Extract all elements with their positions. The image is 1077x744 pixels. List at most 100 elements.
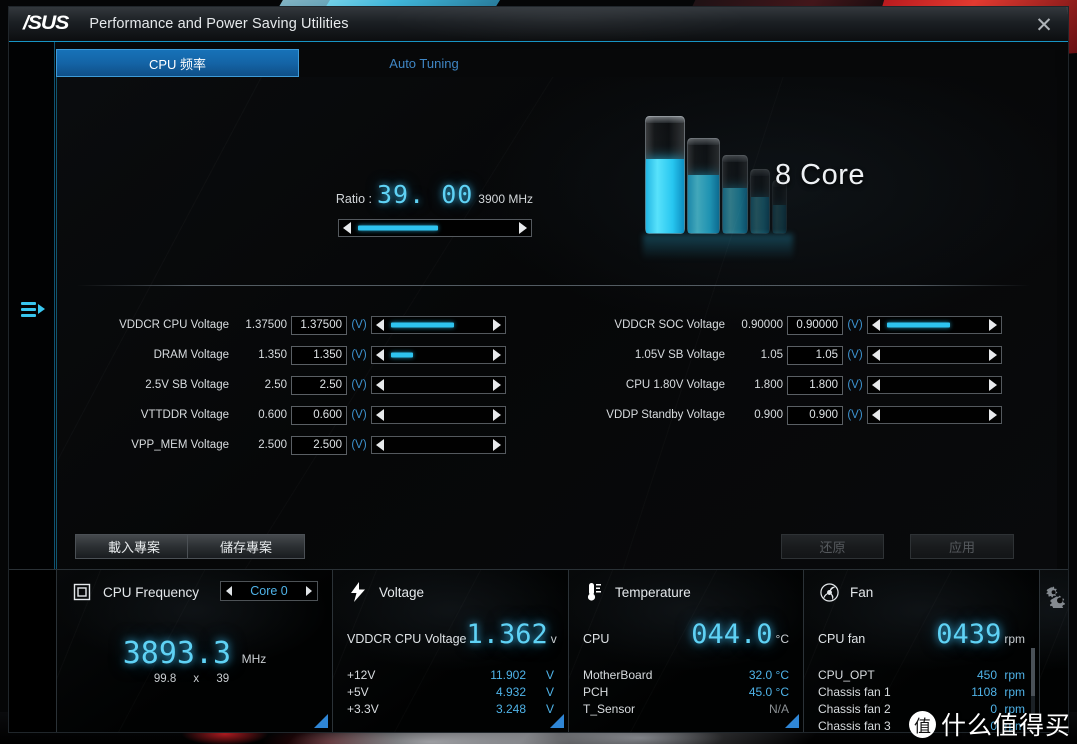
fan-title: Fan bbox=[850, 585, 873, 600]
voltage-row-slider[interactable] bbox=[371, 346, 506, 364]
monitor-sub-label: CPU_OPT bbox=[818, 667, 875, 684]
core-graphic-reflection bbox=[643, 234, 793, 260]
voltage-column-right: VDDCR SOC Voltage0.90000(V) 1.05V SB Volt… bbox=[577, 315, 1002, 435]
monitor-sub-value: 450rpm bbox=[977, 667, 1025, 684]
voltage-slider-track[interactable] bbox=[388, 407, 489, 423]
voltage-row-slider[interactable] bbox=[371, 406, 506, 424]
fan-header: Fan bbox=[818, 581, 1025, 603]
voltage-slider-fill bbox=[391, 353, 413, 358]
voltage-row-input[interactable] bbox=[787, 316, 843, 335]
tab-auto-tuning[interactable]: Auto Tuning bbox=[299, 49, 549, 77]
ratio-slider-decrement[interactable] bbox=[339, 220, 355, 236]
close-icon[interactable]: ✕ bbox=[1030, 11, 1058, 39]
voltage-slider-increment[interactable] bbox=[985, 347, 1001, 363]
voltage-row-input[interactable] bbox=[787, 406, 843, 425]
voltage-row-input[interactable] bbox=[291, 406, 347, 425]
ratio-slider-increment[interactable] bbox=[515, 220, 531, 236]
voltage-row-current: 1.05 bbox=[725, 349, 787, 361]
fan-list-scrollbar[interactable] bbox=[1031, 648, 1035, 714]
fan-list-scrollbar-thumb[interactable] bbox=[1031, 648, 1035, 696]
voltage-row: VDDCR SOC Voltage0.90000(V) bbox=[577, 315, 1002, 335]
voltage-slider-increment[interactable] bbox=[985, 407, 1001, 423]
voltage-row-unit: (V) bbox=[347, 349, 371, 361]
panel-resize-handle[interactable] bbox=[314, 714, 328, 728]
voltage-row-label: 1.05V SB Voltage bbox=[577, 349, 725, 361]
voltage-row-current: 1.800 bbox=[725, 379, 787, 391]
voltage-row: 2.5V SB Voltage2.50(V) bbox=[77, 375, 506, 395]
monitor-sub-value: 0rpm bbox=[990, 718, 1025, 732]
voltage-slider-track[interactable] bbox=[884, 407, 985, 423]
voltage-row-input[interactable] bbox=[291, 316, 347, 335]
save-profile-button[interactable]: 儲存專案 bbox=[187, 534, 305, 559]
voltage-row-slider[interactable] bbox=[867, 346, 1002, 364]
voltage-slider-increment[interactable] bbox=[489, 347, 505, 363]
voltage-slider-decrement[interactable] bbox=[868, 407, 884, 423]
temperature-primary-label: CPU bbox=[583, 632, 609, 646]
voltage-slider-decrement[interactable] bbox=[372, 437, 388, 453]
voltage-slider-increment[interactable] bbox=[489, 377, 505, 393]
tab-cpu-frequency[interactable]: CPU 频率 bbox=[56, 49, 299, 77]
voltage-row-input[interactable] bbox=[291, 436, 347, 455]
monitor-sub-row: +12V11.902V bbox=[347, 667, 554, 684]
apply-button[interactable]: 应用 bbox=[910, 534, 1014, 559]
voltage-slider-increment[interactable] bbox=[489, 407, 505, 423]
voltage-slider-decrement[interactable] bbox=[868, 377, 884, 393]
voltage-row-slider[interactable] bbox=[867, 406, 1002, 424]
hamburger-menu-icon[interactable] bbox=[21, 300, 45, 320]
panel-resize-handle[interactable] bbox=[785, 714, 799, 728]
voltage-row-slider[interactable] bbox=[371, 376, 506, 394]
voltage-row: 1.05V SB Voltage1.05 (V) bbox=[577, 345, 1002, 365]
voltage-slider-track[interactable] bbox=[884, 377, 985, 393]
voltage-slider-increment[interactable] bbox=[489, 317, 505, 333]
voltage-slider-increment[interactable] bbox=[985, 377, 1001, 393]
ratio-slider[interactable] bbox=[338, 219, 532, 237]
voltage-row-unit: (V) bbox=[843, 349, 867, 361]
voltage-row-slider[interactable] bbox=[867, 376, 1002, 394]
voltage-row-input[interactable] bbox=[787, 376, 843, 395]
ratio-slider-track[interactable] bbox=[355, 220, 515, 236]
voltage-slider-track[interactable] bbox=[884, 317, 985, 333]
voltage-row-unit: (V) bbox=[843, 379, 867, 391]
voltage-row-slider[interactable] bbox=[371, 436, 506, 454]
voltage-row: VDDP Standby Voltage0.900(V) bbox=[577, 405, 1002, 425]
panel-resize-handle[interactable] bbox=[550, 714, 564, 728]
voltage-slider-decrement[interactable] bbox=[868, 347, 884, 363]
voltage-row-unit: (V) bbox=[843, 319, 867, 331]
voltage-slider-track[interactable] bbox=[388, 347, 489, 363]
voltage-slider-decrement[interactable] bbox=[372, 347, 388, 363]
voltage-slider-increment[interactable] bbox=[489, 437, 505, 453]
gears-icon[interactable] bbox=[1043, 584, 1067, 613]
voltage-slider-track[interactable] bbox=[884, 347, 985, 363]
voltage-title: Voltage bbox=[379, 585, 424, 600]
ratio-frequency: 3900 MHz bbox=[478, 192, 533, 206]
voltage-row-input[interactable] bbox=[291, 376, 347, 395]
voltage-row-input[interactable] bbox=[291, 346, 347, 365]
voltage-row-label: VDDP Standby Voltage bbox=[577, 409, 725, 421]
monitor-bar: CPU Frequency Core 0 3893.3 MHz 99.8 x 3… bbox=[9, 569, 1069, 732]
section-divider bbox=[77, 285, 1030, 286]
monitor-sub-label: Chassis fan 1 bbox=[818, 684, 891, 701]
tab-strip: CPU 频率 Auto Tuning bbox=[56, 49, 1055, 77]
monitor-sub-label: +3.3V bbox=[347, 701, 379, 718]
monitor-sub-value: 0rpm bbox=[990, 701, 1025, 718]
voltage-slider-decrement[interactable] bbox=[868, 317, 884, 333]
voltage-slider-increment[interactable] bbox=[985, 317, 1001, 333]
voltage-row-slider[interactable] bbox=[867, 316, 1002, 334]
voltage-slider-decrement[interactable] bbox=[372, 317, 388, 333]
voltage-row-slider[interactable] bbox=[371, 316, 506, 334]
load-profile-button[interactable]: 載入專案 bbox=[75, 534, 193, 559]
monitor-panel-temperature: Temperature CPU 044.0°C MotherBoard32.0 … bbox=[569, 570, 804, 732]
core-selector[interactable]: Core 0 bbox=[220, 581, 318, 601]
restore-button[interactable]: 还原 bbox=[781, 534, 884, 559]
voltage-row-input[interactable] bbox=[787, 346, 843, 365]
fan-icon bbox=[818, 581, 840, 603]
voltage-slider-decrement[interactable] bbox=[372, 407, 388, 423]
core-selector-next-icon[interactable] bbox=[306, 586, 312, 596]
voltage-slider-decrement[interactable] bbox=[372, 377, 388, 393]
voltage-slider-track[interactable] bbox=[388, 317, 489, 333]
voltage-slider-track[interactable] bbox=[388, 437, 489, 453]
voltage-slider-track[interactable] bbox=[388, 377, 489, 393]
monitor-sub-label: +5V bbox=[347, 684, 369, 701]
title-bar: /SUS Performance and Power Saving Utilit… bbox=[9, 7, 1068, 42]
fan-primary-value: 0439 bbox=[936, 619, 1001, 650]
